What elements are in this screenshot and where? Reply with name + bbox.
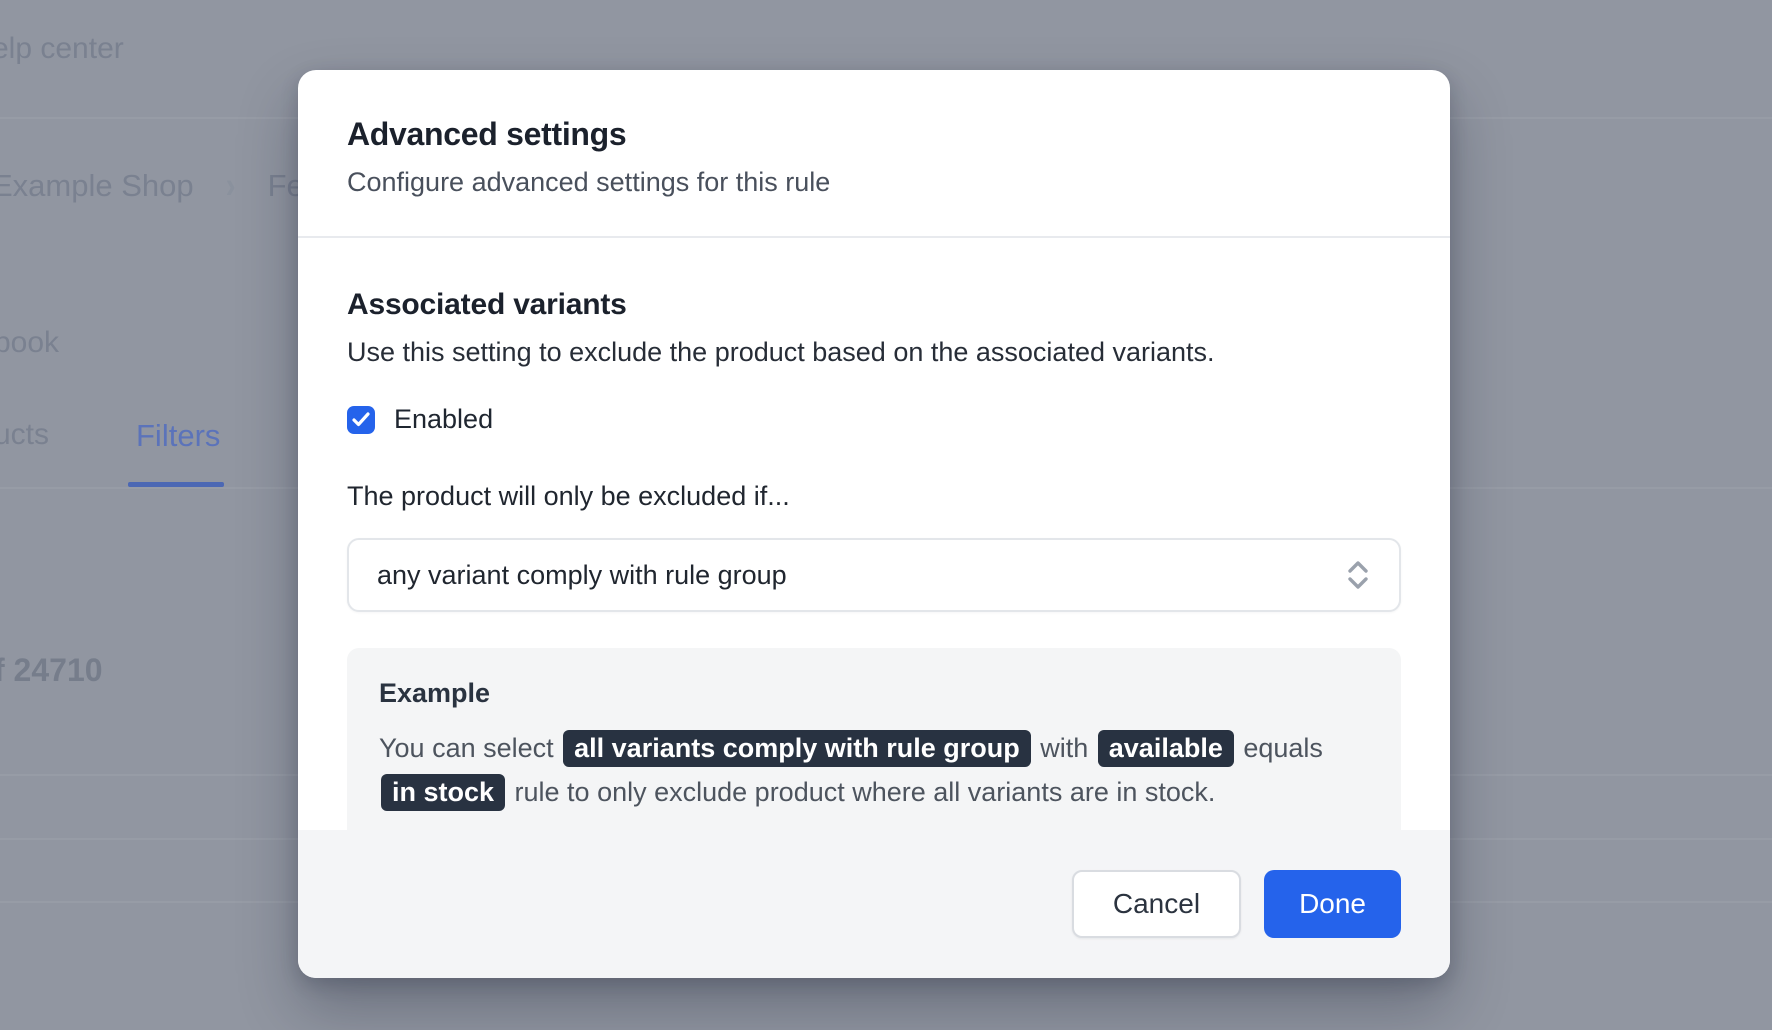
dialog-subtitle: Configure advanced settings for this rul… [347, 167, 1400, 198]
tab-filters[interactable]: Filters [136, 418, 220, 454]
condition-label: The product will only be excluded if... [347, 481, 1401, 512]
dialog-body: Associated variants Use this setting to … [298, 288, 1450, 846]
section-heading: Associated variants [347, 288, 1401, 322]
example-segment: equals [1236, 733, 1323, 763]
breadcrumb: Example Shop › Fee [0, 168, 321, 204]
example-segment: with [1033, 733, 1096, 763]
dialog-footer: Cancel Done [298, 830, 1450, 978]
example-text: You can select all variants comply with … [379, 726, 1369, 814]
done-button[interactable]: Done [1264, 870, 1401, 938]
variant-rule-select[interactable]: any variant comply with rule group [347, 538, 1401, 612]
dialog-header: Advanced settings Configure advanced set… [298, 70, 1450, 238]
checkbox-checked-icon[interactable] [347, 406, 375, 434]
help-center-link[interactable]: elp center [0, 32, 124, 66]
example-heading: Example [379, 678, 1369, 709]
enabled-checkbox-label: Enabled [394, 404, 493, 435]
cancel-button[interactable]: Cancel [1072, 870, 1241, 938]
chevron-right-icon: › [226, 165, 236, 208]
example-callout: Example You can select all variants comp… [347, 648, 1401, 846]
advanced-settings-dialog: Advanced settings Configure advanced set… [298, 70, 1450, 978]
breadcrumb-shop[interactable]: Example Shop [0, 168, 194, 204]
example-segment: rule to only exclude product where all v… [507, 777, 1215, 807]
enabled-checkbox-row[interactable]: Enabled [347, 404, 1401, 435]
dialog-title: Advanced settings [347, 116, 1400, 153]
results-count: f 24710 [0, 652, 103, 689]
section-description: Use this setting to exclude the product … [347, 337, 1401, 368]
tab-products[interactable]: ucts [0, 418, 49, 452]
chevron-up-down-icon [1345, 558, 1371, 592]
example-segment: You can select [379, 733, 561, 763]
catalog-title: book [0, 326, 59, 360]
example-badge-field: available [1098, 730, 1234, 767]
example-badge-rule: all variants comply with rule group [563, 730, 1031, 767]
variant-rule-select-value: any variant comply with rule group [377, 560, 1345, 591]
example-badge-value: in stock [381, 774, 505, 811]
